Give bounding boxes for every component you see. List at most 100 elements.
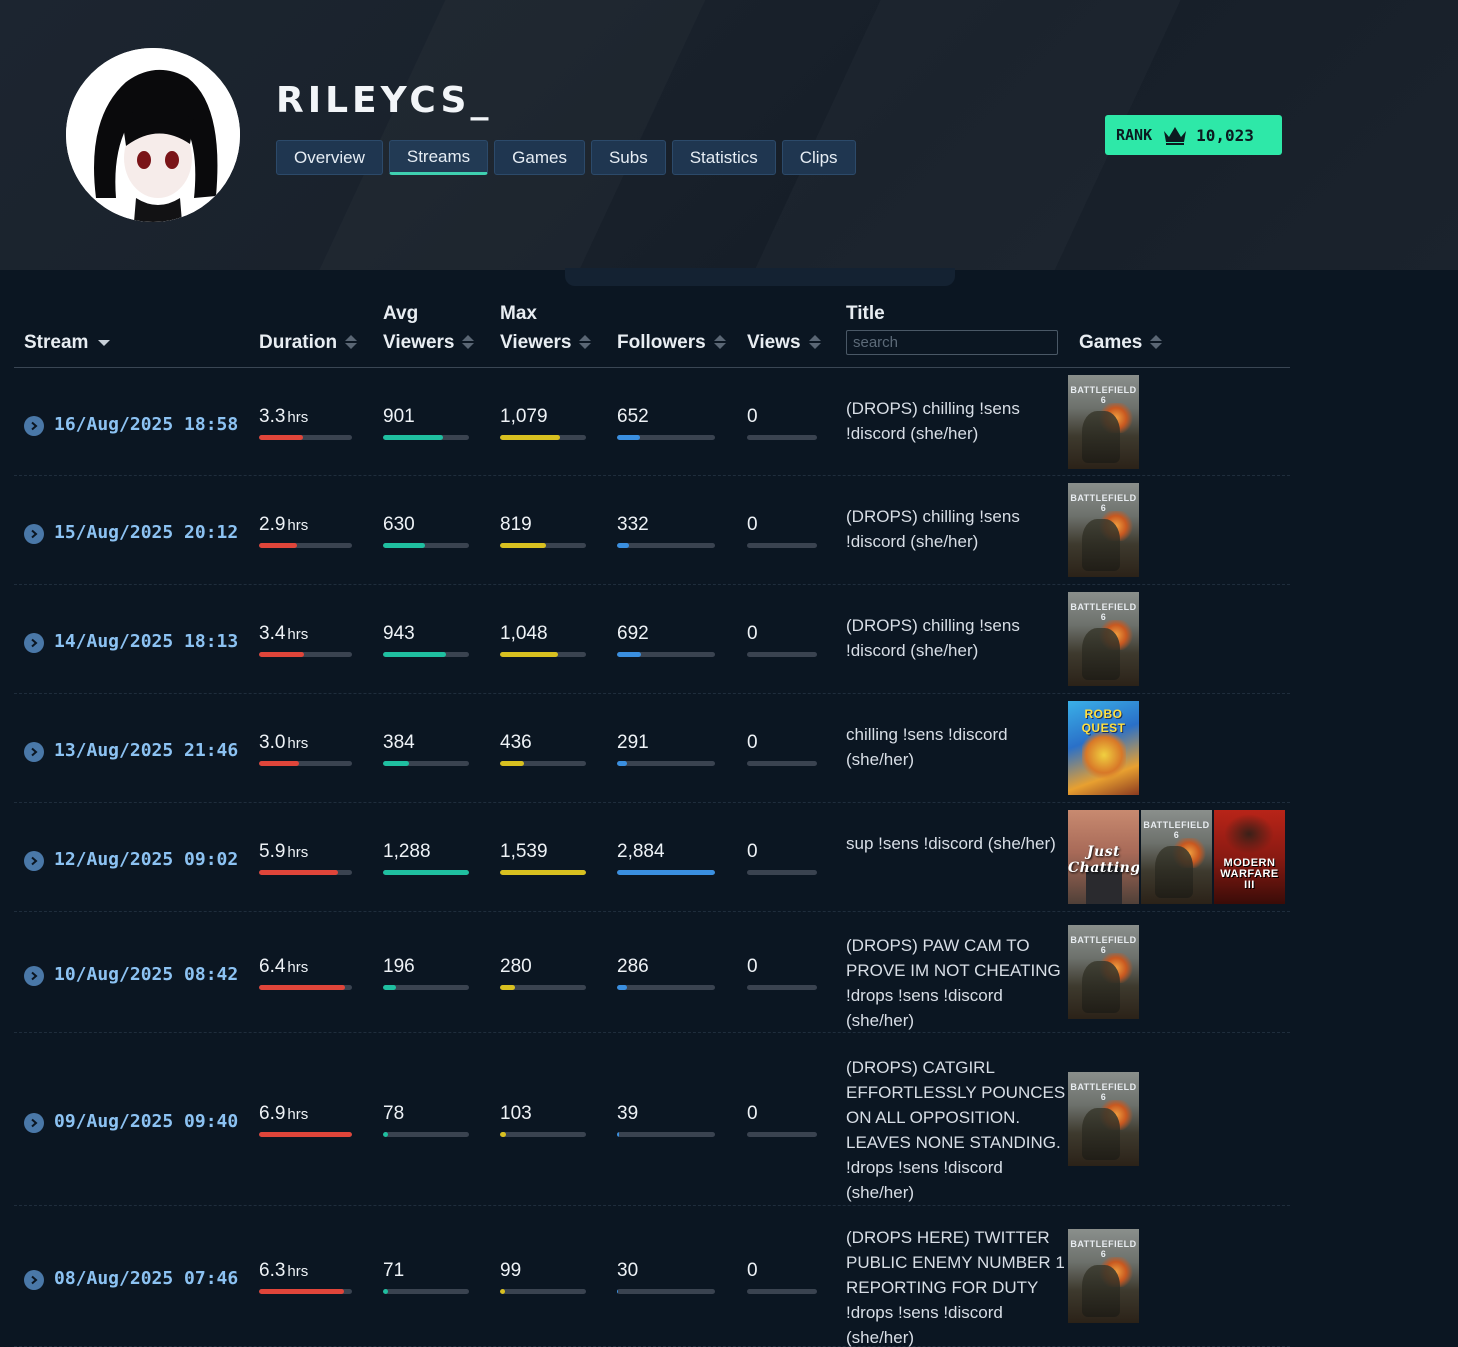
column-header-games[interactable]: Games (1079, 328, 1163, 357)
max-viewers-bar (500, 760, 586, 766)
play-icon[interactable] (24, 523, 44, 544)
duration-bar (259, 760, 352, 766)
sort-icon (1150, 335, 1163, 349)
tab-clips[interactable]: Clips (781, 140, 856, 175)
games-list: BATTLEFIELD 6 (1068, 482, 1139, 577)
views-bar (747, 869, 817, 875)
followers-bar-fill (617, 542, 629, 548)
max-viewers-value: 819 (500, 513, 532, 535)
column-header-max-viewers[interactable]: Max Viewers (500, 299, 592, 357)
roboquest-cover[interactable]: ROBO QUEST (1068, 700, 1139, 795)
channel-name: RILEYCS_ (276, 80, 493, 121)
game-cover-caption: BATTLEFIELD 6 (1070, 601, 1137, 622)
sort-icon (579, 335, 592, 349)
battlefield-6-cover[interactable]: BATTLEFIELD 6 (1068, 482, 1139, 577)
duration-value: 3.0 hrs (259, 732, 308, 754)
play-icon[interactable] (24, 632, 44, 653)
column-header-avg-viewers[interactable]: Avg Viewers (383, 299, 475, 357)
views-bar (747, 1131, 817, 1137)
duration-bar-fill (259, 760, 299, 766)
views-value: 0 (747, 622, 758, 644)
column-header-stream[interactable]: Stream (24, 328, 111, 357)
battlefield-6-cover[interactable]: BATTLEFIELD 6 (1068, 1228, 1139, 1323)
max-viewers-bar-fill (500, 651, 559, 657)
max-viewers-bar-fill (500, 760, 525, 766)
duration-number: 6.3 (259, 1259, 286, 1281)
max-viewers-value: 1,539 (500, 840, 548, 862)
table-row: 10/Aug/2025 08:42 6.4 hrs 196 280 286 0 (DROPS)… (14, 912, 1290, 1033)
play-icon[interactable] (24, 741, 44, 762)
tab-statistics[interactable]: Statistics (671, 140, 776, 175)
stream-date-link[interactable]: 09/Aug/2025 09:40 (54, 1111, 238, 1132)
stream-title: (DROPS HERE) TWITTER PUBLIC ENEMY NUMBER… (846, 1227, 1065, 1347)
followers-bar-fill (617, 1288, 618, 1294)
views-bar (747, 434, 817, 440)
battlefield-6-cover[interactable]: BATTLEFIELD 6 (1068, 924, 1139, 1019)
followers-bar-fill (617, 1131, 619, 1137)
title-search-input[interactable] (846, 330, 1058, 355)
avg-viewers-bar (383, 760, 469, 766)
sort-icon (713, 335, 726, 349)
tab-games[interactable]: Games (494, 140, 585, 175)
battlefield-6-cover[interactable]: BATTLEFIELD 6 (1068, 591, 1139, 686)
table-row: 15/Aug/2025 20:12 2.9 hrs 630 819 332 0 (DROPS)… (14, 476, 1290, 585)
avg-viewers-bar-fill (383, 760, 409, 766)
duration-value: 3.3 hrs (259, 406, 308, 428)
stream-date-link[interactable]: 14/Aug/2025 18:13 (54, 631, 238, 652)
tab-subs[interactable]: Subs (590, 140, 666, 175)
followers-bar (617, 542, 715, 548)
duration-bar-fill (259, 869, 339, 875)
battlefield-6-cover[interactable]: BATTLEFIELD 6 (1068, 374, 1139, 469)
stream-date-link[interactable]: 08/Aug/2025 07:46 (54, 1268, 238, 1289)
play-icon[interactable] (24, 965, 44, 986)
duration-bar (259, 434, 352, 440)
avg-viewers-bar-fill (383, 1131, 389, 1137)
duration-value: 6.3 hrs (259, 1260, 308, 1282)
tab-streams[interactable]: Streams (388, 140, 489, 175)
duration-number: 6.9 (259, 1102, 286, 1124)
play-icon[interactable] (24, 850, 44, 871)
just-chatting-cover[interactable]: Just Chatting (1068, 809, 1139, 904)
avg-viewers-value: 196 (383, 955, 415, 977)
column-header-duration[interactable]: Duration (259, 328, 358, 357)
stream-date-link[interactable]: 15/Aug/2025 20:12 (54, 522, 238, 543)
stream-date-link[interactable]: 10/Aug/2025 08:42 (54, 964, 238, 985)
duration-number: 3.3 (259, 405, 286, 427)
duration-bar-fill (259, 1288, 344, 1294)
followers-value: 286 (617, 955, 649, 977)
followers-bar (617, 760, 715, 766)
column-header-views[interactable]: Views (747, 328, 821, 357)
header-background-facet (296, 0, 724, 270)
battlefield-6-cover[interactable]: BATTLEFIELD 6 (1068, 1071, 1139, 1166)
column-header-followers[interactable]: Followers (617, 328, 726, 357)
battlefield-6-cover[interactable]: BATTLEFIELD 6 (1141, 809, 1212, 904)
stream-title: (DROPS) PAW CAM TO PROVE IM NOT CHEATING… (846, 936, 1061, 1030)
play-icon[interactable] (24, 415, 44, 436)
column-label-stream: Stream (24, 332, 89, 353)
modern-warfare-3-cover[interactable]: MODERN WARFARE III (1214, 809, 1285, 904)
followers-value: 291 (617, 731, 649, 753)
duration-number: 2.9 (259, 513, 286, 535)
views-value: 0 (747, 405, 758, 427)
max-viewers-bar (500, 984, 586, 990)
stream-date-link[interactable]: 13/Aug/2025 21:46 (54, 740, 238, 761)
avg-viewers-bar-fill (383, 1288, 389, 1294)
followers-bar-fill (617, 651, 641, 657)
max-viewers-bar-fill (500, 542, 546, 548)
sort-icon (462, 335, 475, 349)
play-icon[interactable] (24, 1269, 44, 1290)
tab-overview[interactable]: Overview (276, 140, 383, 175)
rank-badge[interactable]: RANK 10,023 (1105, 115, 1282, 155)
stream-date-link[interactable]: 16/Aug/2025 18:58 (54, 414, 238, 435)
duration-unit: hrs (287, 625, 309, 643)
followers-value: 2,884 (617, 840, 665, 862)
views-value: 0 (747, 513, 758, 535)
avg-viewers-bar (383, 1288, 469, 1294)
play-icon[interactable] (24, 1112, 44, 1133)
stream-date-link[interactable]: 12/Aug/2025 09:02 (54, 849, 238, 870)
channel-avatar[interactable] (66, 48, 240, 222)
duration-unit: hrs (287, 1262, 309, 1280)
avg-viewers-value: 1,288 (383, 840, 431, 862)
max-viewers-value: 280 (500, 955, 532, 977)
duration-bar-fill (259, 651, 304, 657)
